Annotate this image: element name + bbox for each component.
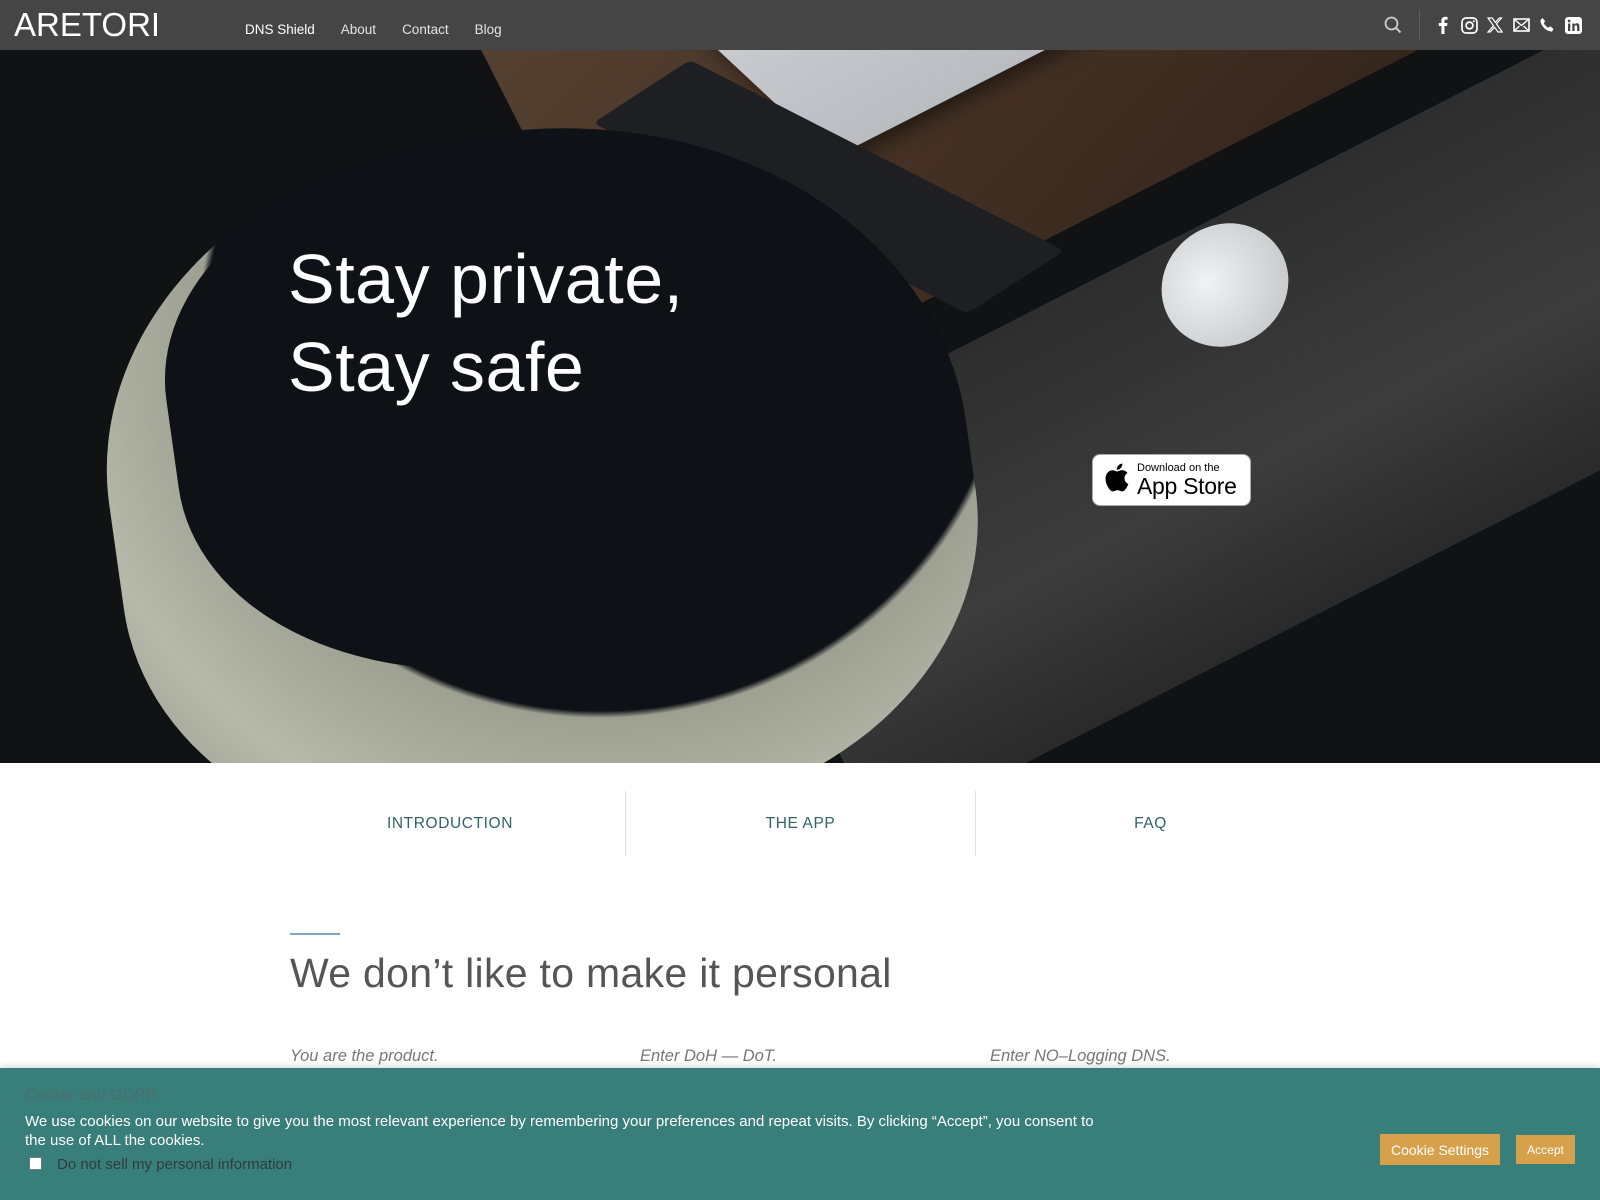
section-tabs: INTRODUCTION THE APP FAQ: [0, 763, 1600, 893]
phone-icon[interactable]: [1538, 16, 1556, 34]
site-header: ARETORI DNS Shield About Contact Blog: [0, 0, 1600, 50]
nav-blog[interactable]: Blog: [475, 22, 502, 37]
hero-title: Stay private, Stay safe: [288, 235, 684, 411]
cookie-accept-button[interactable]: Accept: [1516, 1135, 1575, 1164]
apple-icon: [1103, 462, 1129, 498]
tab-the-app[interactable]: THE APP: [625, 791, 975, 856]
column-title: You are the product.: [290, 1047, 439, 1065]
search-icon[interactable]: [1383, 15, 1403, 35]
nav-dns-shield[interactable]: DNS Shield: [245, 22, 315, 37]
nav-about[interactable]: About: [341, 22, 376, 37]
instagram-icon[interactable]: [1460, 16, 1478, 34]
tab-faq[interactable]: FAQ: [975, 791, 1325, 856]
tab-introduction[interactable]: INTRODUCTION: [275, 791, 625, 856]
app-store-badge[interactable]: Download on the App Store: [1092, 454, 1251, 506]
column-title: Enter DoH — DoT.: [640, 1047, 777, 1065]
header-actions: [1383, 0, 1600, 50]
facebook-icon[interactable]: [1434, 16, 1452, 34]
nav-contact[interactable]: Contact: [402, 22, 449, 37]
x-twitter-icon[interactable]: [1486, 16, 1504, 34]
do-not-sell-label[interactable]: Do not sell my personal information: [57, 1156, 292, 1173]
hero-title-line1: Stay private,: [288, 240, 684, 318]
cookie-settings-button[interactable]: Cookie Settings: [1380, 1134, 1500, 1165]
social-links: [1434, 16, 1582, 34]
email-icon[interactable]: [1512, 16, 1530, 34]
section-title: We don’t like to make it personal: [290, 950, 892, 996]
cookie-banner: Cookie and GDPR We use cookies on our we…: [0, 1068, 1600, 1200]
do-not-sell-checkbox[interactable]: [29, 1157, 42, 1170]
linkedin-icon[interactable]: [1564, 16, 1582, 34]
header-divider: [1419, 10, 1420, 40]
site-logo[interactable]: ARETORI: [14, 6, 160, 44]
section-accent-line: [290, 933, 340, 935]
cookie-title: Cookie and GDPR: [25, 1087, 157, 1104]
app-store-text: Download on the App Store: [1137, 462, 1237, 498]
app-store-line2: App Store: [1137, 473, 1237, 499]
hero-title-line2: Stay safe: [288, 328, 585, 406]
cookie-text: We use cookies on our website to give yo…: [25, 1113, 1094, 1149]
hero-section: Stay private, Stay safe Download on the …: [0, 50, 1600, 763]
main-nav: DNS Shield About Contact Blog: [245, 22, 502, 37]
column-title: Enter NO–Logging DNS.: [990, 1047, 1171, 1065]
